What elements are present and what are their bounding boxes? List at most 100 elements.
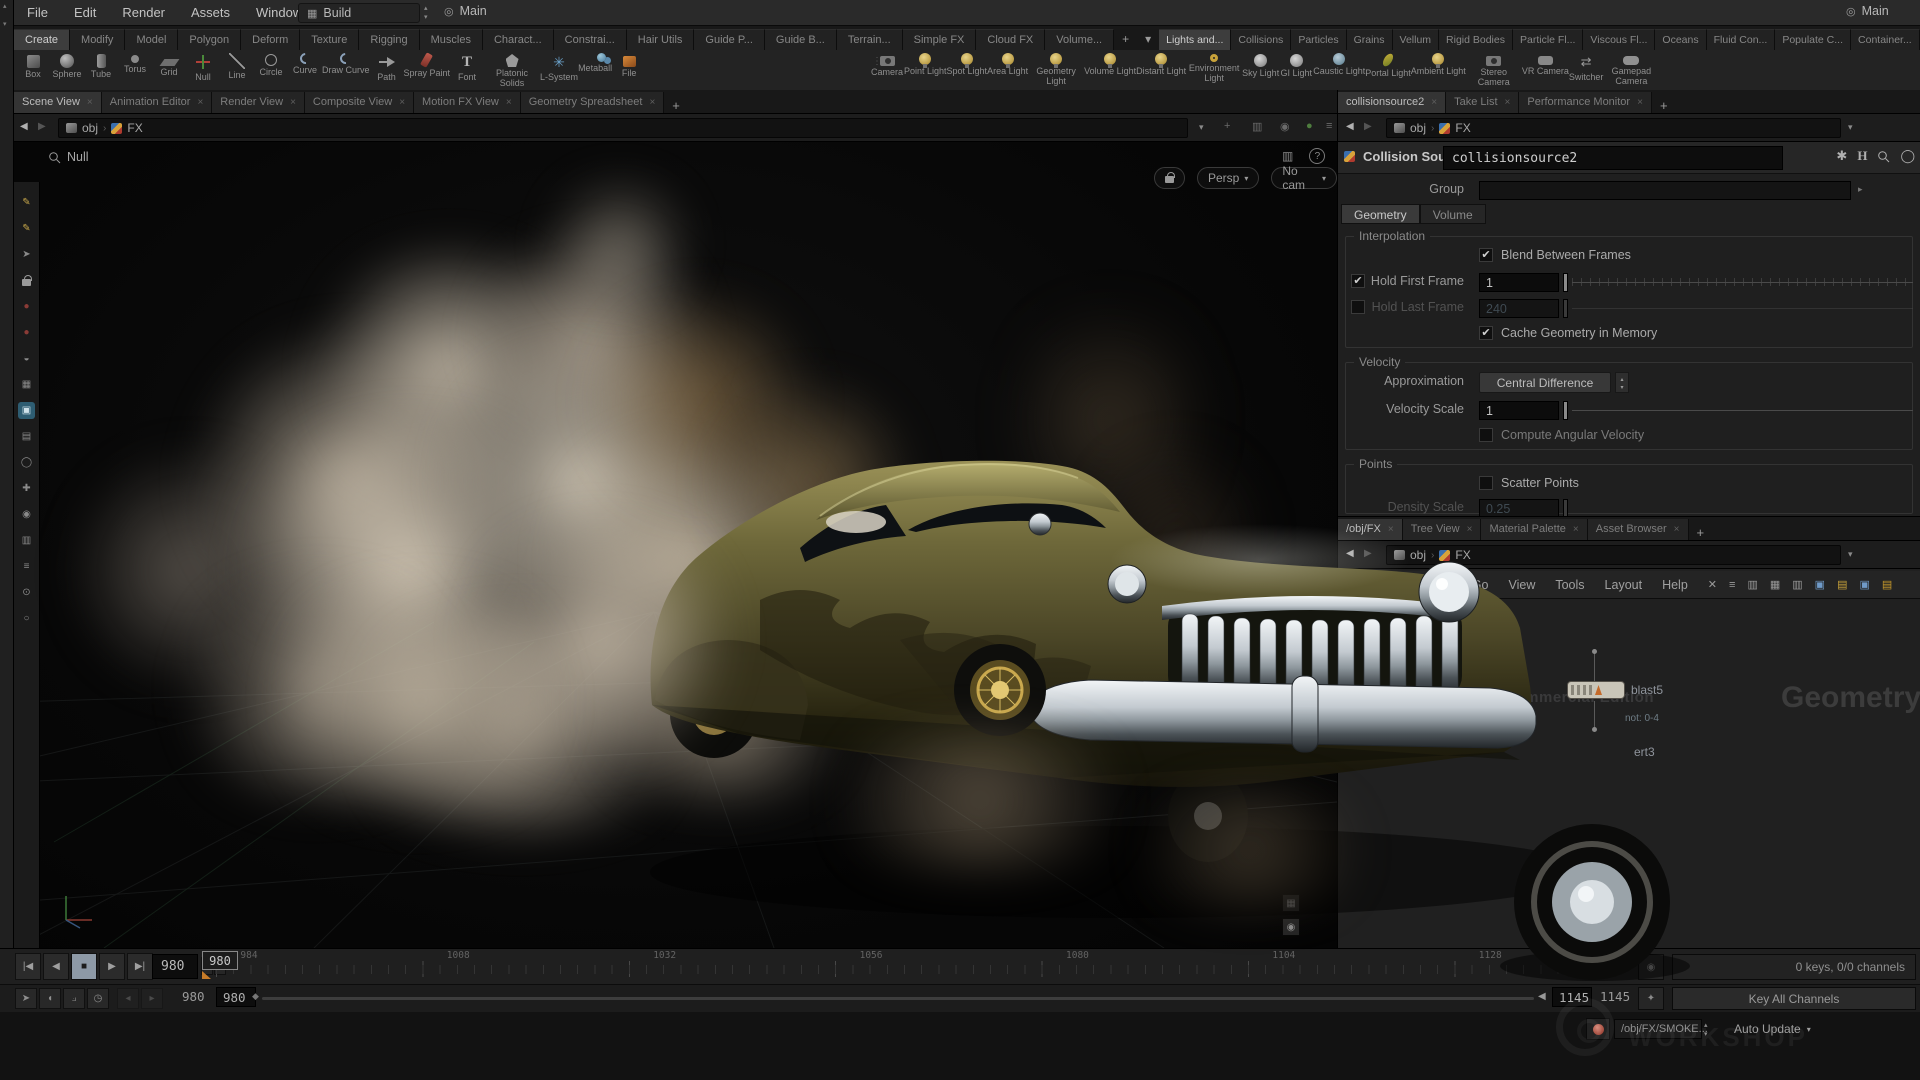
tool-icon[interactable]: ◉: [18, 506, 35, 523]
network-menu-add[interactable]: Add: [1378, 578, 1420, 592]
hold-last-field[interactable]: 240: [1479, 299, 1559, 318]
shelf-tool-file[interactable]: File: [612, 50, 646, 79]
path-node[interactable]: FX: [1455, 121, 1470, 135]
scene-path-field[interactable]: obj › FX: [58, 118, 1188, 138]
layout-grid-icon[interactable]: ▦: [1770, 578, 1780, 591]
shelf-tab[interactable]: Fluid Con...: [1707, 29, 1776, 50]
close-icon[interactable]: ×: [399, 92, 405, 113]
go-to-start-button[interactable]: |◀: [15, 953, 41, 980]
back-icon[interactable]: ◀: [1346, 121, 1354, 132]
tool-icon[interactable]: ✎: [18, 220, 35, 237]
tool-icon[interactable]: ●: [18, 298, 35, 315]
tool-icon[interactable]: ⊙: [18, 584, 35, 601]
shelf-tool-ambient-light[interactable]: Ambient Light: [1411, 50, 1466, 77]
range-end-handle-icon[interactable]: ◀: [1538, 991, 1546, 1002]
shelf-tab[interactable]: Terrain...: [837, 29, 903, 50]
node-label-fragment[interactable]: ert3: [1634, 745, 1655, 759]
shelf-tool-curve[interactable]: Curve: [288, 50, 322, 76]
go-to-end-button[interactable]: ▶|: [127, 953, 153, 980]
tab-geometry-spreadsheet[interactable]: Geometry Spreadsheet×: [521, 92, 665, 113]
shelf-tool-geometry-light[interactable]: Geometry Light: [1028, 50, 1084, 86]
prev-frame-button[interactable]: ◀: [43, 953, 69, 980]
viewport-3d[interactable]: ✎ ✎ ➤ ● ● ◒ ▦ ▣ ▤ ◯ ✚ ◉ ▥ ≡ ⊙ ○: [14, 142, 1337, 948]
shelf-tab[interactable]: Collisions: [1231, 29, 1291, 50]
notes-icon[interactable]: ▤: [1837, 578, 1847, 591]
network-path-field[interactable]: obj › FX: [1386, 545, 1841, 565]
tree-icon[interactable]: ≡: [1729, 579, 1735, 591]
path-node[interactable]: FX: [127, 121, 142, 135]
list-icon[interactable]: ≡: [1326, 120, 1332, 132]
slider-handle[interactable]: [1563, 273, 1568, 292]
wrench-icon[interactable]: ✕: [1708, 578, 1717, 591]
density-field[interactable]: 0.25: [1479, 499, 1559, 516]
shelf-tool-spray-paint[interactable]: Spray Paint: [404, 50, 451, 79]
shelf-tool-camera[interactable]: Camera: [870, 50, 904, 78]
slider-track[interactable]: [1572, 282, 1913, 283]
tool-icon[interactable]: ▦: [18, 376, 35, 393]
shelf-tool-stereo-camera[interactable]: Stereo Camera: [1466, 50, 1522, 87]
shelf-menu-icon[interactable]: ▾: [1137, 29, 1159, 50]
back-icon[interactable]: ◀: [20, 121, 28, 132]
shelf-tab[interactable]: Create: [14, 29, 70, 50]
close-icon[interactable]: ×: [506, 92, 512, 113]
path-dropdown-icon[interactable]: ▾: [1848, 549, 1853, 560]
range-right-icon[interactable]: ▸: [141, 988, 163, 1009]
tab--obj-fx[interactable]: /obj/FX×: [1338, 519, 1403, 540]
folder-icon[interactable]: ▤: [1882, 578, 1892, 591]
network-menu-layout[interactable]: Layout: [1595, 578, 1653, 592]
node-label-fragment[interactable]: st3: [1410, 689, 1426, 703]
play-button[interactable]: ▶: [99, 953, 125, 980]
shelf-tab[interactable]: Vellum: [1393, 29, 1440, 50]
tab-performance-monitor[interactable]: Performance Monitor×: [1519, 92, 1652, 113]
node-blast5[interactable]: [1567, 681, 1625, 699]
group-menu-icon[interactable]: ▸: [1858, 184, 1863, 195]
close-icon[interactable]: ×: [1388, 519, 1394, 540]
path-dropdown-icon[interactable]: ▾: [1848, 122, 1853, 133]
shelf-tool-null[interactable]: Null: [186, 50, 220, 83]
stop-button[interactable]: ■: [71, 953, 97, 980]
shelf-tab[interactable]: Lights and...: [1159, 29, 1231, 50]
shelf-tool-draw-curve[interactable]: Draw Curve: [322, 50, 370, 76]
shelf-tool-font[interactable]: TFont: [450, 50, 484, 83]
tab-render-view[interactable]: Render View×: [212, 92, 305, 113]
tool-icon[interactable]: ✚: [18, 480, 35, 497]
lock-tool-icon[interactable]: [18, 272, 35, 289]
shelf-tool-distant-light[interactable]: Distant Light: [1136, 50, 1186, 77]
range-left-icon[interactable]: ◂: [117, 988, 139, 1009]
current-frame-field[interactable]: 980: [152, 954, 198, 979]
shelf-tool-tube[interactable]: Tube: [84, 50, 118, 80]
snapshot-icon[interactable]: ▥: [1252, 120, 1262, 133]
shelf-tool-switcher[interactable]: ⇄Switcher: [1569, 50, 1604, 83]
slider-track[interactable]: [1572, 410, 1913, 411]
shelf-collapse-up-icon[interactable]: ▴: [3, 2, 7, 10]
new-tab-icon[interactable]: +: [664, 98, 688, 113]
shelf-tab[interactable]: Guide P...: [694, 29, 765, 50]
velocity-scale-field[interactable]: 1: [1479, 401, 1559, 420]
shelf-tool-volume-light[interactable]: Volume Light: [1084, 50, 1136, 77]
display-flag-icon[interactable]: ▣: [1815, 578, 1825, 591]
shelf-tab[interactable]: Container...: [1851, 29, 1920, 50]
persp-menu[interactable]: Persp ▾: [1197, 167, 1259, 189]
shelf-tab[interactable]: Particles: [1291, 29, 1346, 50]
grid-view-icon[interactable]: ▥: [1747, 578, 1757, 591]
key-all-channels-button[interactable]: Key All Channels: [1672, 987, 1916, 1010]
forward-icon[interactable]: ▶: [1364, 548, 1372, 559]
shelf-tab[interactable]: Rigging: [359, 29, 419, 50]
radial-menu-selector[interactable]: ◎ Main: [444, 4, 487, 18]
shelf-tab[interactable]: Polygon: [178, 29, 241, 50]
new-tab-icon[interactable]: +: [1689, 525, 1713, 540]
close-icon[interactable]: ×: [1573, 519, 1579, 540]
rings-icon[interactable]: ◉: [1280, 120, 1290, 133]
playback-range-slider[interactable]: [262, 997, 1534, 1000]
shelf-tab[interactable]: Populate C...: [1775, 29, 1851, 50]
path-node[interactable]: FX: [1455, 548, 1470, 562]
shelf-tab[interactable]: Simple FX: [903, 29, 977, 50]
right-main-selector[interactable]: ◎ Main: [1846, 4, 1889, 18]
param-path-field[interactable]: obj › FX: [1386, 118, 1841, 138]
node-label[interactable]: blast5: [1631, 683, 1663, 697]
clipped-icon[interactable]: ◯: [1900, 148, 1915, 164]
path-root[interactable]: obj: [1410, 121, 1426, 135]
tab-volume[interactable]: Volume: [1420, 204, 1486, 224]
state-dot-icon[interactable]: ●: [1306, 120, 1313, 132]
shelf-tool-gamepad-camera[interactable]: Gamepad Camera: [1603, 50, 1659, 86]
